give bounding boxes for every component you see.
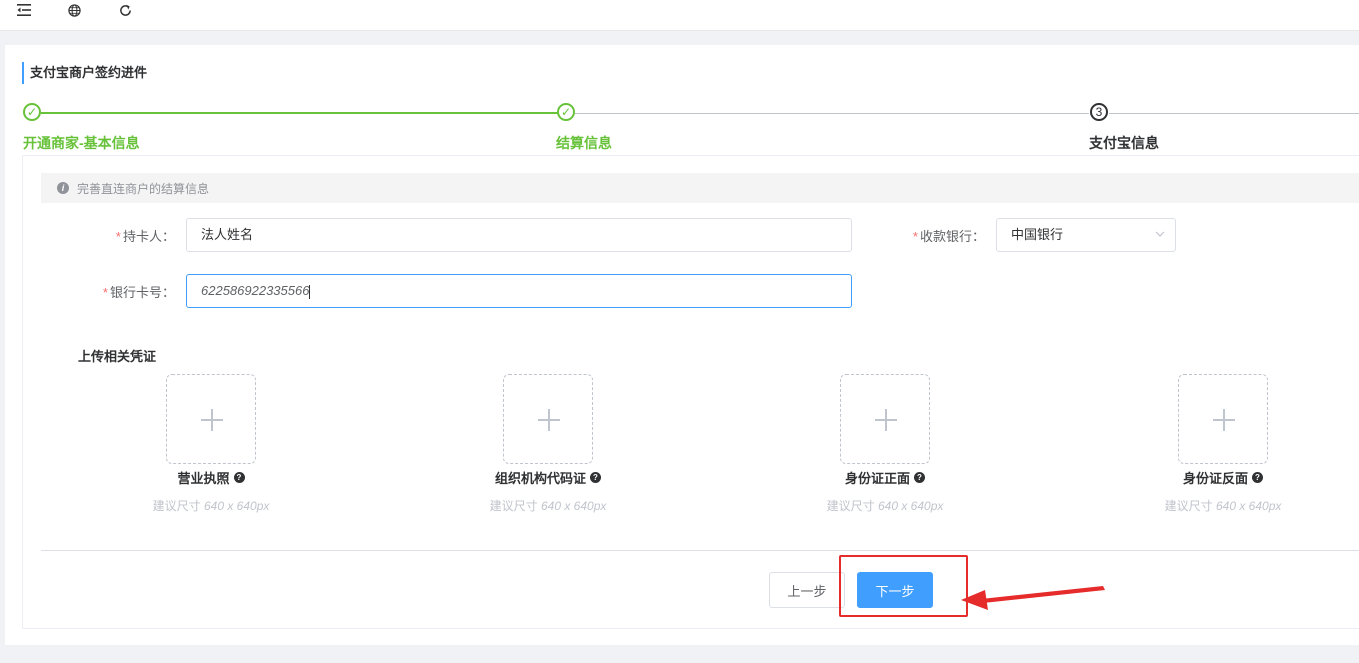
bank-select[interactable]: 中国银行 [996, 218, 1176, 252]
upload-hint-prefix: 建议尺寸 [489, 499, 538, 513]
upload-id-back: 身份证反面 ? 建议尺寸 640 x 640px [1123, 374, 1323, 514]
step-1-label: 开通商家-基本信息 [23, 135, 140, 151]
upload-hint-prefix: 建议尺寸 [826, 499, 875, 513]
cardholder-label: * 持卡人： [115, 229, 175, 244]
upload-hint-size: 640 x 640px [540, 499, 607, 513]
step-connector-1 [41, 112, 566, 114]
prev-step-button[interactable]: 上一步 [769, 572, 845, 608]
step-1-check-icon: ✓ [23, 103, 41, 121]
upload-business-license-box[interactable] [166, 374, 256, 464]
text-caret [309, 284, 311, 299]
upload-hint-prefix: 建议尺寸 [152, 499, 201, 513]
footer-divider [41, 550, 1359, 551]
step-3-number: 3 [1090, 103, 1108, 121]
upload-label: 营业执照 [177, 471, 230, 486]
upload-id-front-box[interactable] [840, 374, 930, 464]
upload-label: 身份证反面 [1182, 471, 1248, 486]
step-2-check-icon: ✓ [557, 103, 575, 121]
upload-hint-size: 640 x 640px [877, 499, 944, 513]
step-connector-3 [1109, 113, 1359, 114]
page-title: 支付宝商户签约进件 [22, 62, 147, 84]
question-icon[interactable]: ? [914, 472, 925, 483]
upload-label: 身份证正面 [844, 471, 910, 486]
upload-hint-size: 640 x 640px [1215, 499, 1282, 513]
upload-id-front: 身份证正面 ? 建议尺寸 640 x 640px [785, 374, 985, 514]
upload-business-license: 营业执照 ? 建议尺寸 640 x 640px [111, 374, 311, 514]
bank-label: * 收款银行： [912, 229, 985, 244]
bank-select-value: 中国银行 [1011, 227, 1064, 242]
info-text: 完善直连商户的结算信息 [77, 181, 210, 196]
step-2-label: 结算信息 [556, 135, 612, 151]
question-icon[interactable]: ? [590, 472, 601, 483]
main-card: 支付宝商户签约进件 ✓ 开通商家-基本信息 ✓ 结算信息 3 支付宝信息 i 完… [5, 45, 1359, 645]
cardholder-input[interactable]: 法人姓名 [186, 218, 852, 252]
upload-org-code: 组织机构代码证 ? 建议尺寸 640 x 640px [448, 374, 648, 514]
form-panel: i 完善直连商户的结算信息 * 持卡人： 法人姓名 * 收款银行： 中国银行 * 银行… [22, 155, 1359, 629]
step-3-label: 支付宝信息 [1089, 135, 1159, 151]
card-number-label: * 银行卡号： [102, 285, 175, 300]
question-icon[interactable]: ? [1252, 472, 1263, 483]
upload-label: 组织机构代码证 [494, 471, 586, 486]
upload-org-code-box[interactable] [503, 374, 593, 464]
refresh-icon[interactable] [117, 2, 133, 18]
question-icon[interactable]: ? [233, 472, 245, 483]
menu-fold-icon[interactable] [16, 2, 32, 18]
top-bar [0, 0, 1359, 31]
upload-id-back-box[interactable] [1178, 374, 1268, 464]
upload-hint-prefix: 建议尺寸 [1164, 499, 1213, 513]
info-icon: i [57, 182, 69, 194]
upload-hint-size: 640 x 640px [203, 499, 270, 513]
annotation-arrow-icon [961, 586, 1105, 610]
info-alert: i 完善直连商户的结算信息 [41, 173, 1359, 203]
card-number-value: 622586922335566 [201, 283, 310, 298]
chevron-down-icon [1155, 229, 1165, 239]
step-connector-2 [575, 113, 1089, 114]
card-number-input[interactable]: 622586922335566 [186, 274, 852, 308]
annotation-highlight-box [839, 555, 968, 617]
upload-section-title: 上传相关凭证 [78, 349, 157, 364]
globe-icon[interactable] [66, 2, 82, 18]
